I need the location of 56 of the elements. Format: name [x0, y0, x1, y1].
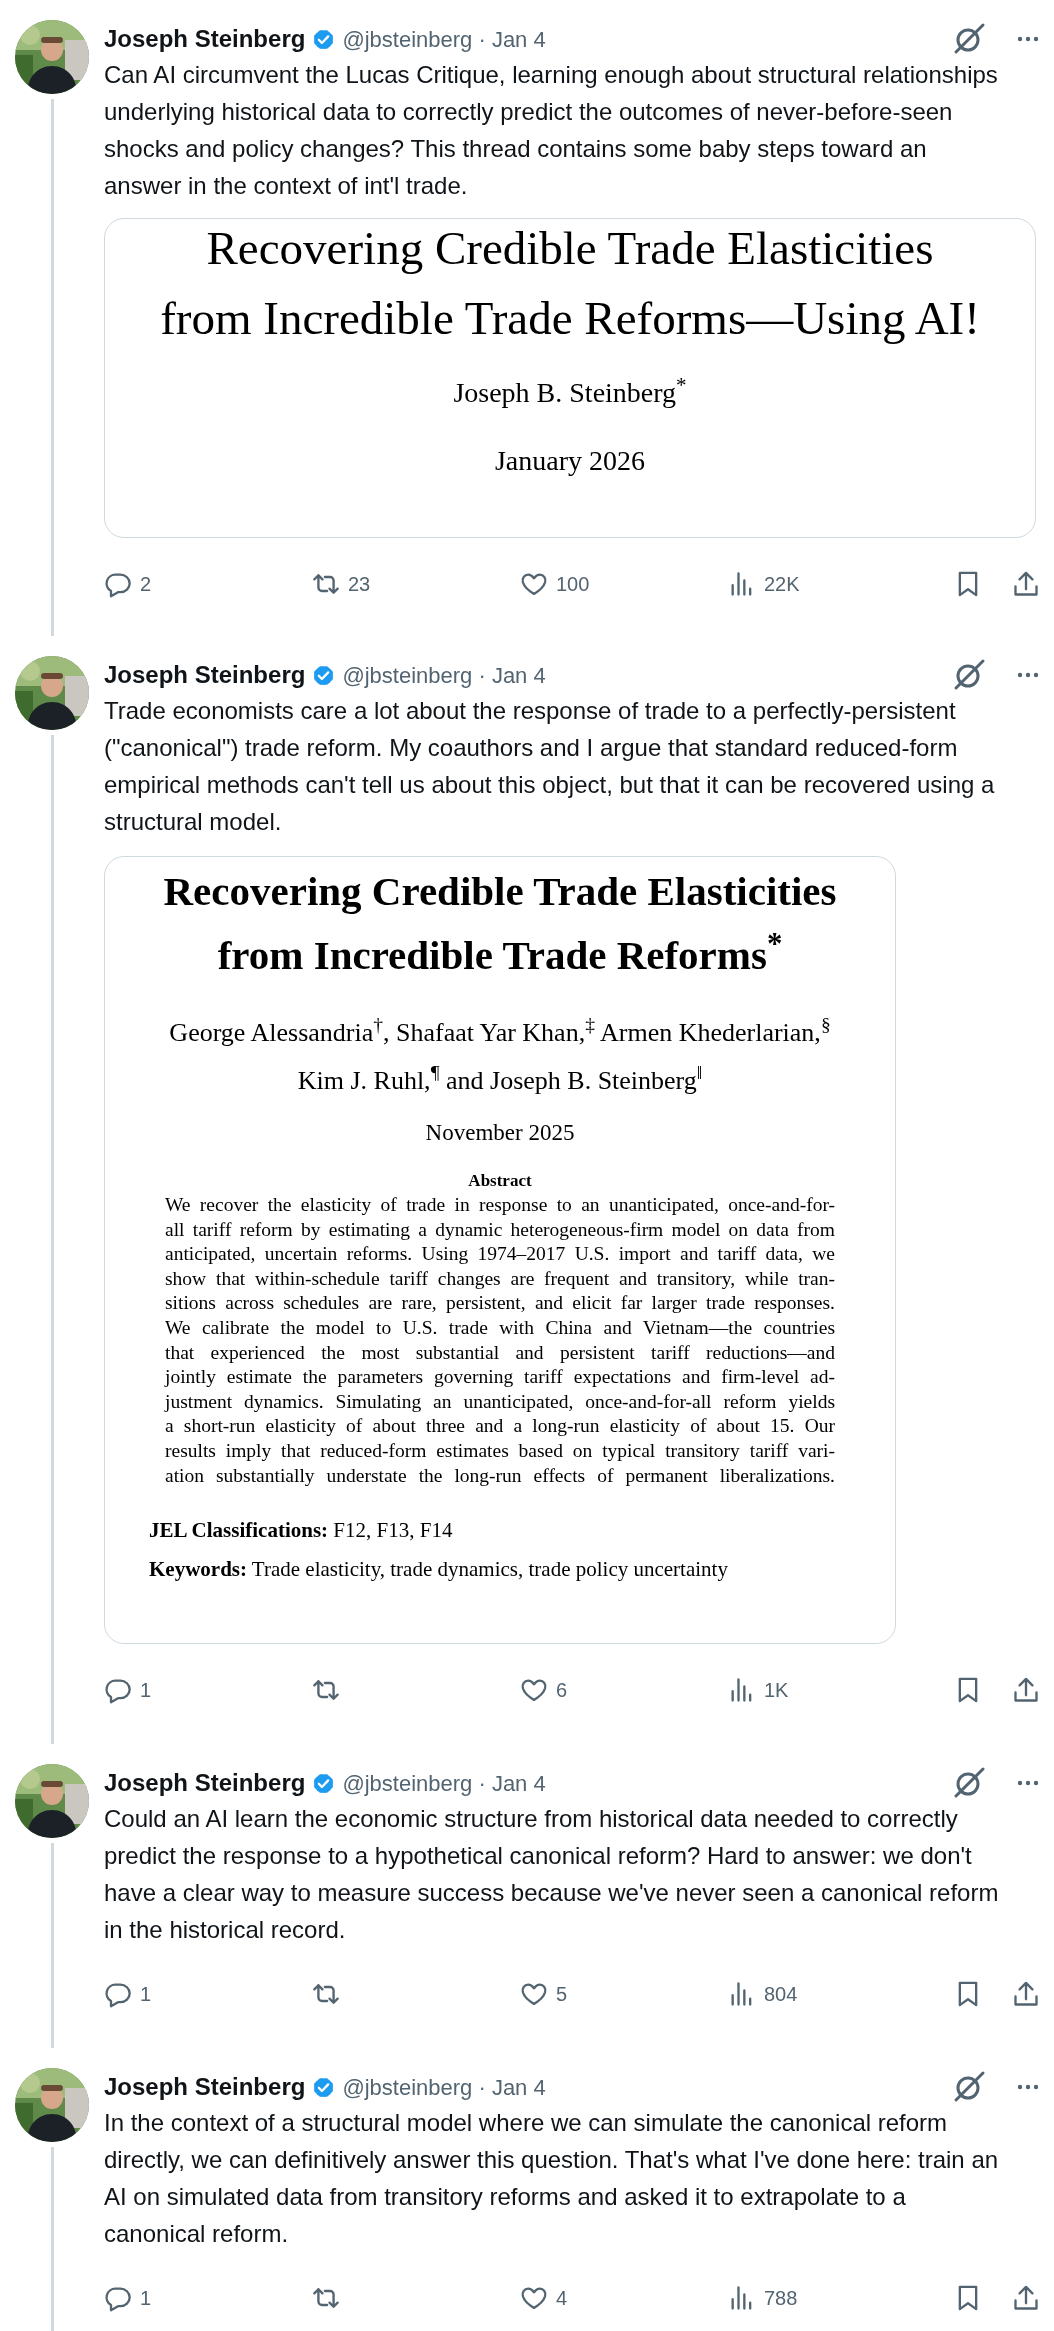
share-button[interactable]: [1012, 1980, 1040, 2008]
share-icon: [1012, 1980, 1040, 2008]
author-name[interactable]: Joseph Steinberg: [104, 2069, 306, 2105]
abstract-text: We recover the elasticity of trade in response to an unanticipated, once-and-for- all tariff reform by estimating a dynamic heterogeneous-firm model on data from anticipated, uncertain reforms. Using 1974–2017 U.S. import and tariff data, we show that within-schedule tariff changes are frequent and transitory, while tran- sitions across schedules are rare, persistent, and elicit far larger trade responses. We calibrate the model to U.S. trade with China and Vietnam—the countries that experienced the most substantial and persistent tariff reductions—and jointly estimate the parameters governing tariff expectations and firm-level ad- justment dynamics. Simulating an unanticipated, once-and-for-all reform yields a short-run elasticity of about three and a long-run elasticity of about 15. Our results imply that reduced-form estimates based on typical transitory tariff vari- ation substantially understate the long-run effects of permanent liberalizations.: [165, 1193, 835, 1488]
keywords-text: Keywords: Trade elasticity, trade dynamics, trade policy uncertainty: [149, 1556, 729, 1584]
handle-and-date[interactable]: @jbsteinberg · Jan 4: [342, 22, 546, 56]
reply-button[interactable]: 1: [104, 1979, 312, 2009]
reply-icon: [104, 570, 132, 598]
slashed-circle-icon[interactable]: [952, 22, 986, 56]
paper-title-page[interactable]: Recovering Credible Trade Elasticities from Incredible Trade Reforms—Using AI! Joseph B. Steinberg$^{*}$ January 2026: [104, 218, 1036, 538]
author-name[interactable]: Joseph Steinberg: [104, 21, 306, 57]
abstract-heading: Abstract: [468, 1170, 532, 1192]
views-button[interactable]: 1K: [728, 1675, 936, 1705]
handle-and-date[interactable]: @jbsteinberg · Jan 4: [342, 1766, 546, 1800]
views-button[interactable]: 788: [728, 2283, 936, 2313]
like-button[interactable]: 6: [520, 1675, 728, 1705]
paper-author: Joseph B. Steinberg$^{*}$: [453, 373, 687, 410]
post-text: Trade economists care a lot about the response of trade to a perfectly-persistent ("canonical") trade reform. My coauthors and I argue that standard reduced-form empirical methods can't tell us about this object, but that it can be recovered using a structural model.: [104, 696, 996, 837]
author-name[interactable]: Joseph Steinberg: [104, 1765, 306, 1801]
slashed-circle-icon[interactable]: [952, 1766, 986, 1800]
paper-authors: George Alessandria$^{†}$, Shafaat Yar Khan,$^{‡}$ Armen Khederlarian,$^{§}$: [169, 1013, 831, 1049]
share-icon: [1012, 2284, 1040, 2312]
share-button[interactable]: [1012, 570, 1040, 598]
repost-button[interactable]: 23: [312, 569, 520, 599]
author-name[interactable]: Joseph Steinberg: [104, 657, 306, 693]
like-button[interactable]: 5: [520, 1979, 728, 2009]
reply-icon: [104, 1980, 132, 2008]
paper-abstract-page[interactable]: [104, 856, 896, 1644]
paper-date: January 2026: [494, 444, 646, 478]
like-button[interactable]: 100: [520, 569, 728, 599]
slashed-circle-icon[interactable]: [952, 2070, 986, 2104]
like-button[interactable]: 4: [520, 2283, 728, 2313]
share-icon: [1012, 1676, 1040, 1704]
views-button[interactable]: 804: [728, 1979, 936, 2009]
views-button[interactable]: 22K: [728, 569, 936, 599]
paper-authors: Kim J. Ruhl,$^{¶}$ and Joseph B. Steinberg$^{‖}$: [297, 1061, 703, 1097]
share-icon: [1012, 570, 1040, 598]
handle-and-date[interactable]: @jbsteinberg · Jan 4: [342, 658, 546, 692]
reply-button[interactable]: 2: [104, 569, 312, 599]
paper-title: from Incredible Trade Reforms$^{*}$: [217, 925, 783, 980]
share-button[interactable]: [1012, 1676, 1040, 1704]
reply-button[interactable]: 1: [104, 1675, 312, 1705]
reply-icon: [104, 2284, 132, 2312]
paper-title: from Incredible Trade Reforms—Using AI!: [160, 291, 980, 346]
reply-button[interactable]: 1: [104, 2283, 312, 2313]
post-text: In the context of a structural model where we can simulate the canonical reform directly, we can definitively answer this question. That's what I've done here: train an AI on simulated data from transitory reforms and asked it to extrapolate to a canonical reform.: [104, 2108, 1000, 2249]
reply-icon: [104, 1676, 132, 1704]
post-text: Could an AI learn the economic structure from historical data needed to correctly predict the response to a hypothetical canonical reform? Hard to answer: we don't have a clear way to measure success because we've never seen a canonical reform in the historical record.: [104, 1804, 1000, 1945]
post-text: Can AI circumvent the Lucas Critique, learning enough about structural relationships underlying historical data to correctly predict the outcomes of never-before-seen shocks and policy changes? This thread contains some baby steps toward an answer in the context of int'l trade.: [104, 60, 999, 201]
paper-title: Recovering Credible Trade Elasticities: [206, 221, 934, 276]
paper-title: Recovering Credible Trade Elasticities: [163, 867, 837, 916]
paper-date: November 2025: [425, 1119, 575, 1147]
handle-and-date[interactable]: @jbsteinberg · Jan 4: [342, 2070, 546, 2104]
jel-classifications: JEL Classifications: F12, F13, F14: [149, 1517, 454, 1545]
share-button[interactable]: [1012, 2284, 1040, 2312]
slashed-circle-icon[interactable]: [952, 658, 986, 692]
